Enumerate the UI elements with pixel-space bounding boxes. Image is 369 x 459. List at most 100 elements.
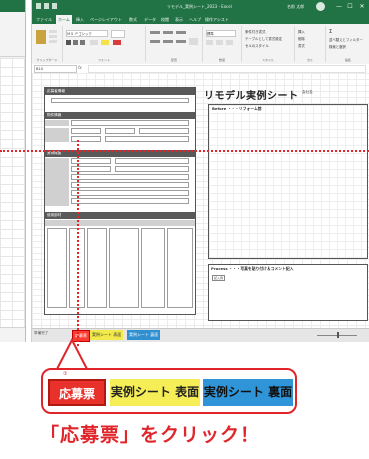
form-field[interactable] [51, 98, 189, 103]
ribbon: クリップボード ＭＳ Ｐゴシック フォント 配置 標準 数値 条件付き書式 テー… [32, 24, 369, 65]
ribbon-group-label: フォント [97, 58, 110, 62]
font-name-select[interactable]: ＭＳ Ｐゴシック [66, 30, 108, 37]
tab-home[interactable]: ホーム [56, 15, 72, 24]
find-select-button[interactable]: 検索と選択 [329, 44, 346, 49]
tab-review[interactable]: 校閲 [159, 15, 171, 24]
fill-color-icon[interactable] [101, 40, 109, 45]
application-form: 応募者情報 物件情報 実例概要 使用部材 [44, 87, 196, 315]
form-table[interactable] [87, 228, 107, 308]
annotation-dotted-line-horizontal [0, 150, 369, 152]
form-field[interactable] [139, 128, 189, 134]
ribbon-group-editing: Σ 並べ替えとフィルター 検索と選択 編集 [326, 26, 369, 62]
delete-cells-button[interactable]: 削除 [298, 36, 305, 41]
currency-icon[interactable] [206, 40, 213, 45]
zoom-slider-thumb[interactable] [337, 332, 339, 338]
title-bar: リモデル_実例シート_2023 - Excel 名前 太郎 — ☐ ✕ [32, 0, 369, 14]
tab-data[interactable]: データ [142, 15, 158, 24]
quick-access-toolbar [36, 3, 57, 9]
ribbon-group-clipboard: クリップボード [32, 26, 63, 62]
ribbon-group-label: 配置 [170, 58, 177, 62]
align-top-icon[interactable] [150, 31, 160, 34]
ribbon-group-styles: 条件付き書式 テーブルとして書式設定 セルのスタイル スタイル [242, 26, 295, 62]
tab-page-layout[interactable]: ページレイアウト [88, 15, 124, 24]
form-table[interactable] [47, 228, 67, 308]
form-field[interactable] [71, 190, 189, 196]
form-table[interactable] [167, 228, 193, 308]
bold-icon[interactable] [66, 40, 71, 45]
user-name[interactable]: 名前 太郎 [287, 4, 304, 10]
form-field[interactable] [71, 128, 101, 134]
tab-file[interactable]: ファイル [34, 15, 54, 24]
underline-icon[interactable] [80, 40, 85, 45]
worksheet[interactable]: 応募者情報 物件情報 実例概要 使用部材 リモデル実例シート 会社名 Befor… [32, 73, 369, 328]
minimize-button[interactable]: — [335, 2, 343, 11]
align-center-icon[interactable] [163, 40, 173, 43]
undo-icon[interactable] [44, 3, 49, 9]
border-icon[interactable] [90, 40, 98, 45]
format-as-table-button[interactable]: テーブルとして書式設定 [245, 36, 282, 41]
avatar[interactable] [316, 2, 325, 11]
before-label: Before ・・・リフォーム前 [211, 106, 263, 112]
percent-icon[interactable] [216, 40, 223, 45]
maximize-button[interactable]: ☐ [346, 2, 354, 11]
form-field[interactable] [71, 198, 189, 204]
italic-icon[interactable] [73, 40, 78, 45]
form-field[interactable] [71, 182, 189, 188]
insert-function-icon[interactable]: fx [78, 65, 82, 70]
callout-box: ① 応募票 実例シート 表面 実例シート 裏面 [41, 368, 297, 414]
save-icon[interactable] [36, 3, 41, 9]
format-cells-button[interactable]: 書式 [298, 43, 305, 48]
tab-tell-me[interactable]: 操作アシスト [203, 15, 231, 24]
callout-tab-application[interactable]: 応募票 [48, 379, 106, 406]
callout-tab-example-back[interactable]: 実例シート 裏面 [203, 379, 293, 406]
align-left-icon[interactable] [150, 40, 160, 43]
form-field[interactable] [115, 166, 189, 172]
form-table[interactable] [141, 228, 165, 308]
form-section-property: 物件情報 [45, 112, 195, 119]
ribbon-group-cells: 挿入 削除 書式 セル [295, 26, 326, 62]
process-label: Process ・・・写真を貼り付け＆コメント記入 [211, 266, 294, 271]
cut-icon[interactable] [49, 30, 57, 33]
redo-icon[interactable] [52, 3, 57, 9]
copy-icon[interactable] [49, 35, 57, 38]
ribbon-group-alignment: 配置 [146, 26, 203, 62]
form-field[interactable] [105, 128, 135, 134]
formula-input[interactable] [88, 65, 366, 73]
align-middle-icon[interactable] [163, 31, 173, 34]
sheet-tab-example-back[interactable]: 実例シート 裏面 [127, 330, 161, 340]
tab-insert[interactable]: 挿入 [74, 15, 86, 24]
ribbon-group-label: スタイル [261, 58, 274, 62]
autosum-button[interactable]: Σ [329, 29, 332, 35]
callout-step-number: ① [63, 371, 68, 377]
cell-styles-button[interactable]: セルのスタイル [245, 43, 269, 48]
sheet-title: リモデル実例シート [204, 91, 299, 102]
align-bottom-icon[interactable] [176, 31, 186, 34]
tab-view[interactable]: 表示 [173, 15, 185, 24]
form-field[interactable] [115, 158, 189, 164]
font-color-icon[interactable] [113, 40, 121, 45]
callout-tab-example-front[interactable]: 実例シート 表面 [110, 379, 200, 406]
paste-icon[interactable] [36, 30, 46, 44]
form-field[interactable] [71, 174, 189, 180]
align-right-icon[interactable] [176, 40, 186, 43]
font-size-select[interactable] [111, 30, 125, 38]
conditional-formatting-button[interactable]: 条件付き書式 [245, 29, 265, 34]
form-field[interactable] [71, 136, 101, 142]
form-table[interactable] [109, 228, 139, 308]
comma-icon[interactable] [226, 40, 233, 45]
process-area[interactable]: Process ・・・写真を貼り付け＆コメント記入 記入例 [208, 264, 368, 321]
tab-formulas[interactable]: 数式 [127, 15, 139, 24]
instruction-text: 「応募票」をクリック！ [40, 424, 261, 446]
format-painter-icon[interactable] [49, 40, 57, 43]
number-format-select[interactable]: 標準 [206, 30, 236, 37]
form-field[interactable] [71, 120, 189, 126]
name-box[interactable]: B10 [34, 65, 77, 73]
annotation-dotted-line-vertical [77, 140, 79, 346]
insert-cells-button[interactable]: 挿入 [298, 29, 305, 34]
close-button[interactable]: ✕ [358, 2, 366, 11]
sort-filter-button[interactable]: 並べ替えとフィルター [329, 37, 363, 42]
tab-help[interactable]: ヘルプ [187, 15, 203, 24]
form-field[interactable] [105, 136, 189, 142]
before-photo-area[interactable]: Before ・・・リフォーム前 [208, 104, 368, 259]
merge-cells-icon[interactable] [189, 38, 198, 45]
